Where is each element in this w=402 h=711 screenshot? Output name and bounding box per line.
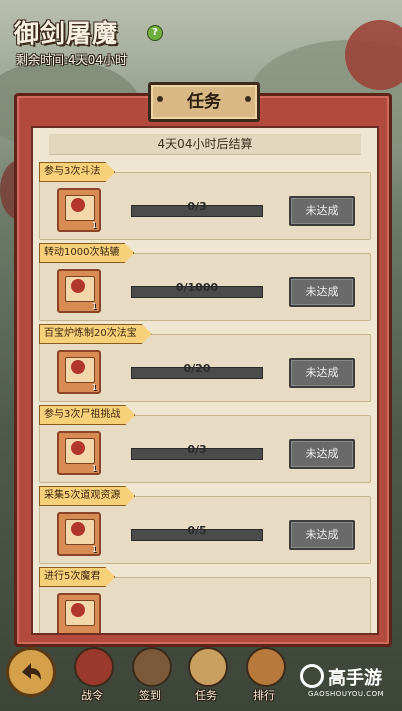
- reward-scroll-icon[interactable]: [57, 593, 101, 633]
- reward-quantity: 1: [91, 383, 97, 392]
- not-achieved-button[interactable]: 未达成: [289, 520, 355, 550]
- settle-countdown: 4天04小时后结算: [49, 134, 361, 155]
- reward-quantity: 1: [91, 221, 97, 230]
- reward-scroll-icon[interactable]: 1: [57, 512, 101, 556]
- back-arrow-icon: [22, 663, 41, 680]
- task-label: 进行5次魔君: [39, 567, 115, 587]
- tasks-icon: [188, 647, 228, 687]
- nav-battle-pass[interactable]: 战令: [68, 647, 116, 705]
- task-label: 百宝炉炼制20次法宝: [39, 324, 152, 344]
- task-list[interactable]: 参与3次斗法 1 0/3 未达成 转动1000次轱辘 1 0/1000 未达成: [39, 162, 371, 633]
- back-button[interactable]: [6, 647, 56, 697]
- battle-pass-icon: [74, 647, 114, 687]
- panel-title: 任务: [187, 92, 221, 112]
- task-label: 参与3次斗法: [39, 162, 115, 182]
- panel-title-plate: 任务: [148, 82, 260, 122]
- watermark-url: GAOSHOUYOU.COM: [308, 690, 385, 698]
- nav-label: 排行: [253, 689, 275, 702]
- remaining-time: 剩余时间:4天04小时: [16, 53, 127, 67]
- nav-ranking[interactable]: 排行: [240, 647, 288, 705]
- not-achieved-button[interactable]: 未达成: [289, 277, 355, 307]
- reward-scroll-icon[interactable]: 1: [57, 350, 101, 394]
- progress-text: 0/3: [187, 443, 207, 456]
- task-label: 采集5次道观资源: [39, 486, 135, 506]
- reward-scroll-icon[interactable]: 1: [57, 431, 101, 475]
- reward-scroll-icon[interactable]: 1: [57, 188, 101, 232]
- nav-tasks[interactable]: 任务: [182, 647, 230, 705]
- task-label: 转动1000次轱辘: [39, 243, 134, 263]
- task-item: 进行5次魔君: [39, 567, 371, 633]
- watermark-logo-icon: [300, 664, 324, 688]
- nav-label: 战令: [81, 689, 103, 702]
- task-item: 参与3次尸祖挑战 1 0/3 未达成: [39, 405, 371, 483]
- nav-sign-in[interactable]: 签到: [126, 647, 174, 705]
- ranking-icon: [246, 647, 286, 687]
- task-item: 百宝炉炼制20次法宝 1 0/20 未达成: [39, 324, 371, 402]
- reward-quantity: 1: [91, 545, 97, 554]
- help-icon[interactable]: ?: [147, 25, 163, 41]
- sign-in-icon: [132, 647, 172, 687]
- progress-text: 0/1000: [175, 281, 219, 294]
- progress-text: 0/20: [183, 362, 211, 375]
- progress-text: 0/3: [187, 200, 207, 213]
- nav-label: 任务: [195, 689, 217, 702]
- task-label: 参与3次尸祖挑战: [39, 405, 135, 425]
- not-achieved-button[interactable]: 未达成: [289, 196, 355, 226]
- not-achieved-button[interactable]: 未达成: [289, 439, 355, 469]
- nav-label: 签到: [139, 689, 161, 702]
- task-item: 转动1000次轱辘 1 0/1000 未达成: [39, 243, 371, 321]
- progress-text: 0/5: [187, 524, 207, 537]
- task-panel: 4天04小时后结算 参与3次斗法 1 0/3 未达成 转动1000次轱辘 1 0…: [14, 93, 392, 647]
- reward-quantity: 1: [91, 302, 97, 311]
- watermark-brand: 高手游: [328, 668, 382, 689]
- task-item: 采集5次道观资源 1 0/5 未达成: [39, 486, 371, 564]
- task-panel-body: 4天04小时后结算 参与3次斗法 1 0/3 未达成 转动1000次轱辘 1 0…: [31, 126, 379, 635]
- reward-quantity: 1: [91, 464, 97, 473]
- not-achieved-button[interactable]: 未达成: [289, 358, 355, 388]
- game-title: 御剑屠魔: [14, 19, 119, 48]
- task-item: 参与3次斗法 1 0/3 未达成: [39, 162, 371, 240]
- reward-scroll-icon[interactable]: 1: [57, 269, 101, 313]
